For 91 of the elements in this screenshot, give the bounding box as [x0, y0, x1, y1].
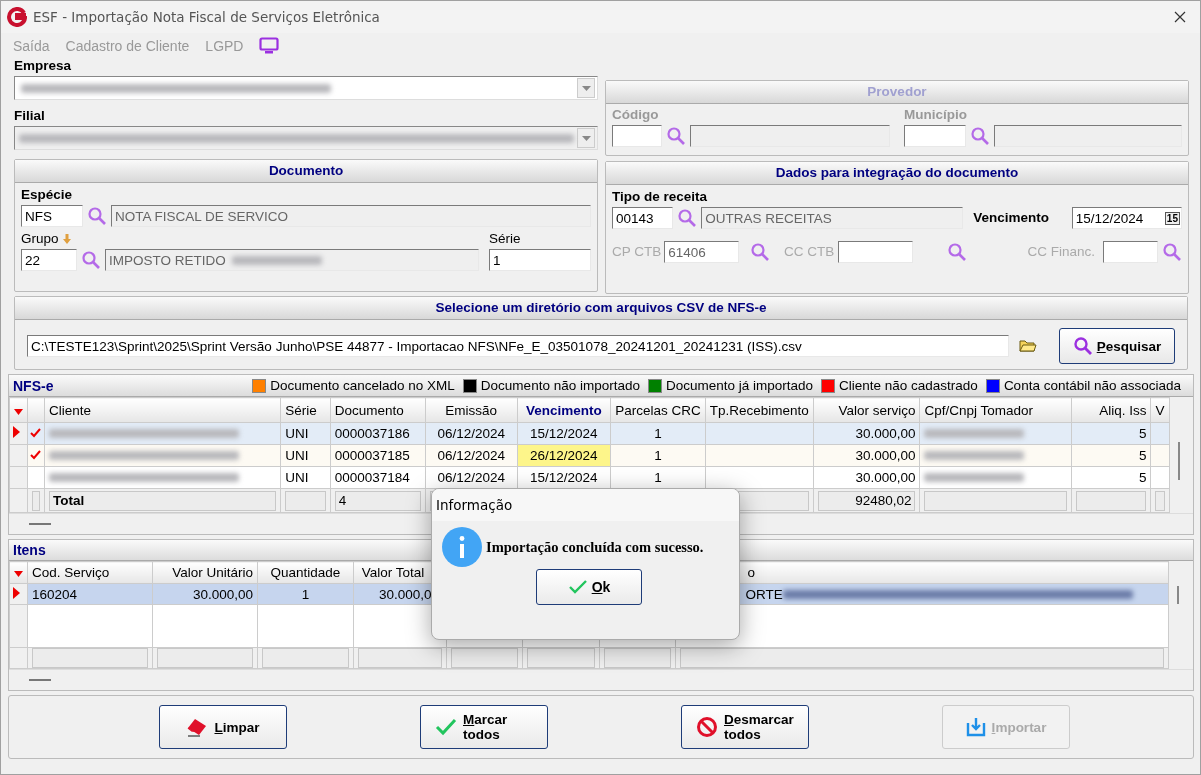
folder-icon[interactable]: [1019, 339, 1037, 353]
dialog-title: Informação: [432, 489, 739, 521]
column-header[interactable]: Emissão: [425, 397, 518, 423]
search-icon[interactable]: [87, 206, 107, 226]
sort-arrow-icon: [14, 408, 23, 415]
sort-arrow-icon: [14, 571, 23, 577]
field-label: CC Financ.: [1027, 244, 1095, 260]
action-button[interactable]: Marcar todos: [420, 705, 548, 749]
no-entry-icon: [696, 716, 718, 738]
dropdown-button[interactable]: [577, 78, 595, 98]
input-field[interactable]: [838, 241, 914, 263]
dropdown-button[interactable]: [577, 128, 595, 148]
check-icon: [30, 428, 41, 438]
field-label: CP CTB: [612, 244, 662, 260]
scrollbar[interactable]: [1177, 442, 1180, 480]
column-header[interactable]: Quantidade: [257, 561, 354, 584]
scrollbar[interactable]: [1177, 586, 1180, 604]
monitor-icon[interactable]: [259, 36, 280, 55]
field-label: Município: [904, 107, 968, 123]
legend-label: Cliente não cadastrado: [839, 378, 978, 393]
input-field[interactable]: 00143: [612, 207, 674, 229]
app-logo-icon: [7, 7, 27, 27]
legend-label: Conta contábil não associada: [1003, 378, 1181, 393]
total-label: Total: [49, 490, 277, 511]
info-icon: [442, 527, 482, 567]
field-label: Filial: [14, 108, 46, 124]
input-field[interactable]: 22: [21, 249, 77, 271]
legend-label: Documento não importado: [480, 378, 640, 393]
check-icon: [30, 450, 41, 460]
panel-title: Selecione um diretório com arquivos CSV de NFS-e: [15, 297, 1187, 320]
eraser-icon: [186, 717, 209, 737]
table-cell: 92480,02: [817, 490, 916, 511]
window-title: ESF - Importação Nota Fiscal de Serviços Eletrônica: [33, 9, 381, 25]
dialog-message: Importação concluída com sucesso.: [486, 538, 704, 556]
column-header[interactable]: Cliente: [44, 397, 281, 423]
input-field[interactable]: NFS: [21, 205, 83, 227]
column-header[interactable]: Aliq. Iss: [1071, 397, 1151, 423]
path-field[interactable]: C:\TESTE123\Sprint\2025\Sprint Versão Junho\PSE 44877 - Importacao NFS\NFe_E_03501078_20241201_20241231 (ISS).csv: [27, 335, 1009, 357]
column-header[interactable]: Cpf/Cnpj Tomador: [919, 397, 1072, 423]
download-icon: [965, 717, 986, 737]
column-header[interactable]: Série: [280, 397, 331, 423]
panel-title: Dados para integração do documento: [606, 162, 1188, 185]
description-field: OUTRAS RECEITAS: [701, 207, 964, 229]
row-indicator: [9, 466, 28, 489]
column-header[interactable]: Documento: [330, 397, 426, 423]
close-icon[interactable]: [1174, 11, 1186, 23]
panel-title: Provedor: [606, 81, 1188, 104]
action-button[interactable]: Limpar: [159, 705, 287, 749]
field-label: Série: [489, 231, 522, 247]
legend-label: Documento cancelado no XML: [270, 378, 455, 393]
field-label: Grupo: [21, 231, 59, 247]
field-label: Código: [612, 107, 660, 123]
field-label: CC CTB: [784, 244, 835, 260]
search-icon[interactable]: [677, 208, 698, 228]
search-icon[interactable]: [1162, 242, 1182, 262]
column-header[interactable]: Vencimento: [517, 397, 611, 423]
column-header[interactable]: Tp.Recebimento: [705, 397, 814, 423]
legend-label: Documento já importado: [665, 378, 814, 393]
action-button[interactable]: Desmarcar todos: [681, 705, 809, 749]
ok-button[interactable]: Ok: [536, 569, 642, 605]
caret-icon: [581, 135, 591, 141]
caret-icon: [581, 85, 591, 91]
grid-title: Itens: [13, 542, 46, 558]
field-label: Empresa: [14, 58, 73, 74]
field-label: Tipo de receita: [612, 189, 709, 205]
calendar-button[interactable]: 15: [1164, 211, 1180, 225]
table-cell: 4: [334, 490, 421, 511]
field-label: Espécie: [21, 187, 74, 203]
panel-title: Documento: [15, 160, 597, 183]
search-icon[interactable]: [947, 242, 968, 262]
field-label: Vencimento: [973, 210, 1050, 226]
search-icon[interactable]: [750, 242, 771, 262]
company-combobox[interactable]: [14, 76, 598, 100]
grid-title: NFS-e: [13, 377, 54, 394]
input-field[interactable]: [1103, 241, 1158, 263]
column-header[interactable]: Cod. Serviço: [27, 561, 153, 584]
search-icon: [1072, 336, 1093, 356]
description-field: NOTA FISCAL DE SERVICO: [111, 205, 591, 227]
search-icon[interactable]: [81, 250, 101, 270]
arrow-down-icon: [62, 234, 71, 244]
check-icon: [435, 718, 457, 736]
column-header[interactable]: Parcelas CRC: [610, 397, 706, 423]
column-header[interactable]: Valor serviço: [813, 397, 920, 423]
search-button[interactable]: Pesquisar: [1059, 328, 1175, 364]
input-field[interactable]: 1: [489, 249, 591, 271]
column-header[interactable]: Valor Unitário: [152, 561, 258, 584]
branch-combobox[interactable]: [14, 126, 598, 150]
date-field[interactable]: 15/12/2024 15: [1071, 207, 1182, 229]
check-icon: [567, 579, 588, 595]
description-field: IMPOSTO RETIDO: [105, 249, 479, 271]
table-cell: [1076, 490, 1147, 511]
